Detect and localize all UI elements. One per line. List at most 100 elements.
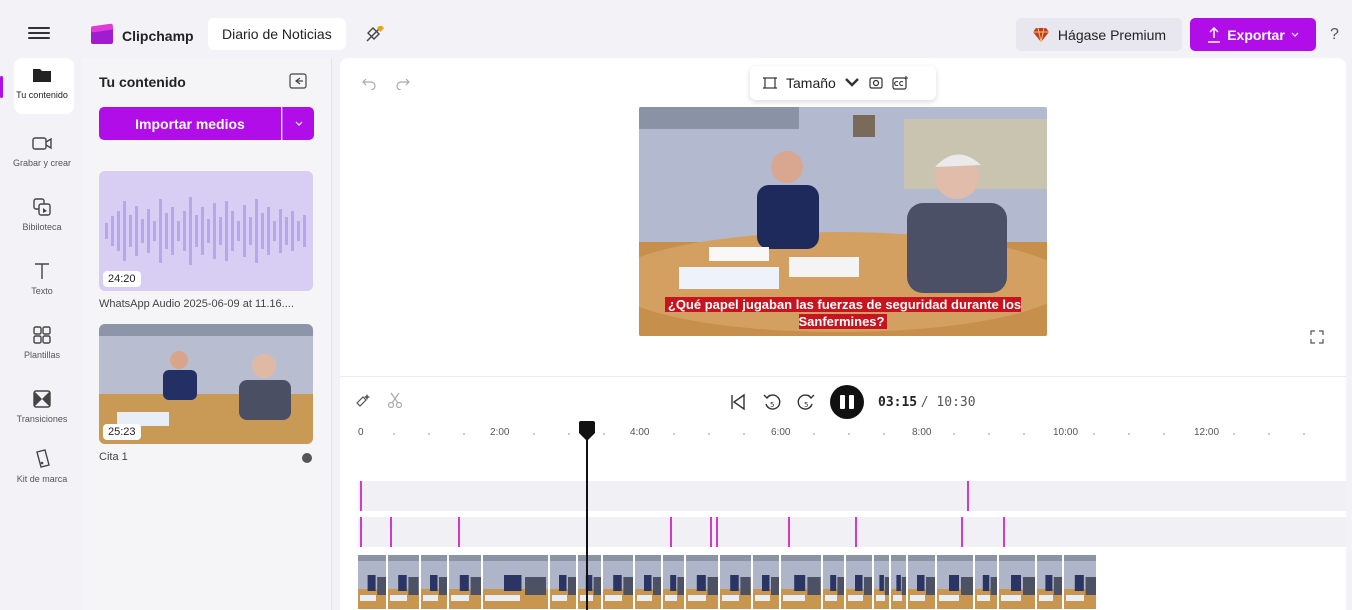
media-name: Cita 1 [99, 451, 128, 463]
video-clip[interactable] [602, 555, 635, 609]
ruler-tick [463, 433, 465, 435]
markers-track[interactable] [358, 517, 1346, 547]
ruler-tick [1233, 433, 1235, 435]
track-marker [961, 517, 963, 547]
media-card-video[interactable]: 25:23 [99, 324, 313, 444]
captions-icon[interactable] [892, 75, 908, 91]
import-media-button[interactable]: Importar medios [99, 107, 281, 140]
help-button[interactable]: ? [1330, 26, 1339, 44]
ruler-tick [953, 433, 955, 435]
playhead-line[interactable] [586, 435, 588, 610]
ruler-label: 8:00 [912, 427, 932, 438]
ruler-tick [428, 433, 430, 435]
video-clip[interactable] [845, 555, 874, 609]
split-scissors-icon[interactable] [386, 391, 404, 409]
chevron-down-icon [295, 121, 302, 126]
video-clip[interactable] [1037, 555, 1064, 609]
clipchamp-logo-icon [90, 23, 114, 44]
ruler-tick [1163, 433, 1165, 435]
ruler-tick [743, 433, 745, 435]
media-card-audio[interactable]: 24:20 [99, 171, 313, 291]
clip-thumbnail [686, 555, 719, 609]
size-button[interactable]: Tamaño [786, 75, 836, 91]
video-track[interactable] [358, 555, 1098, 609]
video-clip[interactable] [822, 555, 846, 609]
ruler-tick [1303, 433, 1305, 435]
transport-controls: 5 5 03:15 / 10:30 [728, 385, 976, 419]
rail-item-tu-contenido[interactable]: Tu contenido [4, 58, 80, 114]
video-clip[interactable] [1063, 555, 1098, 609]
track-marker [967, 481, 969, 511]
background-icon[interactable] [868, 75, 884, 91]
ruler-label: 2:00 [490, 427, 510, 438]
video-clip[interactable] [388, 555, 421, 609]
clip-thumbnail [549, 555, 576, 609]
audio-track[interactable] [358, 481, 1346, 511]
track-marker [1003, 517, 1005, 547]
clip-thumbnail [974, 555, 998, 609]
pause-button[interactable] [830, 385, 864, 419]
project-name-field[interactable]: Diario de Noticias [208, 18, 346, 50]
ruler-label: 6:00 [771, 427, 791, 438]
rail-item-biblioteca[interactable]: Bibiloteca [4, 196, 80, 232]
video-clip[interactable] [549, 555, 578, 609]
forward-5s-icon[interactable]: 5 [796, 392, 816, 412]
clip-thumbnail [752, 555, 779, 609]
track-marker [710, 517, 712, 547]
video-clip[interactable] [781, 555, 823, 609]
camera-icon [32, 137, 52, 150]
video-clip[interactable] [974, 555, 1000, 609]
video-clip[interactable] [577, 555, 603, 609]
video-clip[interactable] [358, 555, 389, 609]
export-button[interactable]: Exportar [1190, 18, 1316, 51]
clip-thumbnail [1063, 555, 1096, 609]
premium-off-icon[interactable] [364, 24, 386, 46]
rail-item-kit-marca[interactable]: Kit de marca [4, 448, 80, 484]
clip-thumbnail [720, 555, 751, 609]
rail-item-plantillas[interactable]: Plantillas [4, 324, 80, 360]
rewind-5s-icon[interactable]: 5 [762, 392, 782, 412]
video-clip[interactable] [663, 555, 687, 609]
collapse-panel-icon[interactable] [289, 73, 307, 89]
video-clip[interactable] [908, 555, 937, 609]
video-clip[interactable] [891, 555, 909, 609]
video-clip[interactable] [999, 555, 1038, 609]
chevron-down-icon [844, 78, 859, 87]
premium-button[interactable]: Hágase Premium [1016, 18, 1182, 51]
import-dropdown-button[interactable] [282, 107, 314, 140]
video-clip[interactable] [752, 555, 782, 609]
rail-item-grabar[interactable]: Grabar y crear [4, 132, 80, 168]
video-clip[interactable] [874, 555, 892, 609]
video-clip[interactable] [420, 555, 450, 609]
rail-item-label: Bibiloteca [22, 222, 62, 232]
rail-item-transiciones[interactable]: Transiciones [4, 388, 80, 424]
ruler-tick [393, 433, 395, 435]
skip-to-start-icon[interactable] [728, 392, 748, 412]
fullscreen-icon[interactable] [1310, 330, 1324, 344]
rail-item-texto[interactable]: Texto [4, 260, 80, 296]
clip-thumbnail [602, 555, 633, 609]
video-clip[interactable] [936, 555, 975, 609]
video-preview[interactable]: ¿Qué papel jugaban las fuerzas de seguri… [639, 107, 1047, 336]
magic-edit-icon[interactable] [354, 391, 372, 409]
playhead-handle[interactable] [578, 421, 596, 441]
video-clip[interactable] [483, 555, 550, 609]
media-name: WhatsApp Audio 2025-06-09 at 11.16.... [99, 298, 294, 310]
clip-thumbnail [1037, 555, 1062, 609]
time-ruler[interactable]: 0 2:00 4:00 6:00 8:00 10:00 12:00 [358, 427, 1338, 443]
undo-icon[interactable] [362, 76, 376, 90]
track-marker [458, 517, 460, 547]
video-clip[interactable] [449, 555, 484, 609]
export-label: Exportar [1227, 26, 1285, 43]
menu-icon[interactable] [28, 24, 50, 44]
content-panel: Tu contenido Importar medios 24:20 Whats… [82, 58, 332, 610]
redo-icon[interactable] [396, 76, 410, 90]
rail-item-label: Plantillas [23, 350, 61, 360]
video-clip[interactable] [720, 555, 753, 609]
ruler-tick [673, 433, 675, 435]
ruler-tick [1023, 433, 1025, 435]
ruler-tick [568, 433, 570, 435]
video-clip[interactable] [686, 555, 721, 609]
track-marker [360, 481, 362, 511]
video-clip[interactable] [634, 555, 664, 609]
